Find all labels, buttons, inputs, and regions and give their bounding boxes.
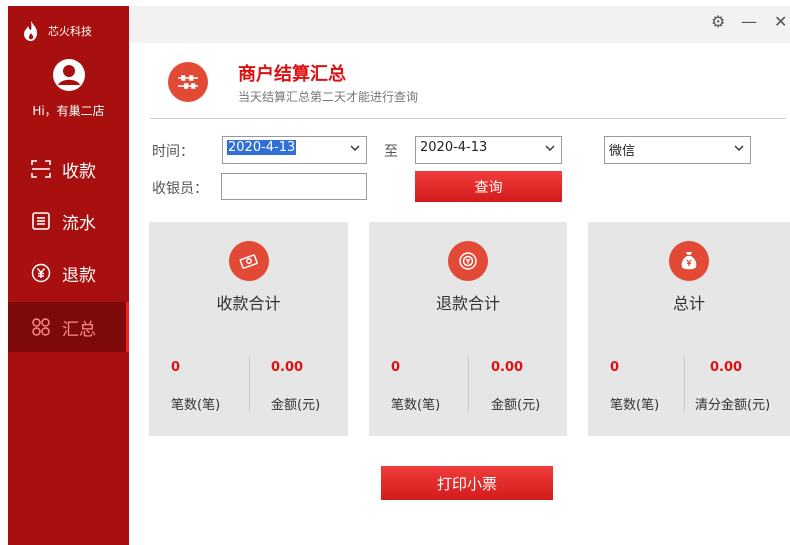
payment-method-value: 微信 <box>609 144 636 159</box>
payment-method-select[interactable]: 微信 <box>604 136 751 164</box>
cashier-input[interactable] <box>221 173 367 200</box>
user-greeting: Hi，有巢二店 <box>32 104 105 118</box>
header-divider <box>150 118 786 119</box>
minimize-icon[interactable]: — <box>741 12 757 31</box>
chevron-down-icon <box>350 145 360 151</box>
title-bar: ⚙ — ✕ <box>129 6 790 43</box>
query-button[interactable]: 查询 <box>415 171 562 202</box>
close-icon[interactable]: ✕ <box>774 12 787 31</box>
brand: 芯火科技 <box>20 20 92 42</box>
end-date-value: 2020-4-13 <box>420 140 488 155</box>
flame-logo-icon <box>24 21 37 41</box>
abacus-icon <box>168 62 208 102</box>
page-subtitle: 当天结算汇总第二天才能进行查询 <box>238 90 419 104</box>
sidebar-item-flow[interactable]: 流水 <box>8 196 129 246</box>
cashier-label: 收银员： <box>152 181 208 197</box>
card-title: 收款合计 <box>216 294 281 313</box>
card-separator <box>248 357 250 411</box>
card-separator <box>684 357 685 411</box>
card-separator <box>468 357 469 411</box>
sidebar-item-summary[interactable]: 汇总 <box>8 302 129 352</box>
card-title: 退款合计 <box>435 294 500 313</box>
settled-amount-label: 清分金额(元) <box>695 398 771 413</box>
collect-amount: 0.00 <box>271 360 304 375</box>
count-label: 笔数(笔) <box>610 398 660 413</box>
time-label: 时间： <box>152 144 194 160</box>
amount-label: 金额(元) <box>491 398 541 413</box>
sidebar-item-label: 收款 <box>62 161 96 182</box>
yuan-circle-icon <box>30 262 52 284</box>
sidebar: 芯火科技 Hi，有巢二店 收款 流水 退款 汇总 <box>8 6 129 545</box>
avatar-icon[interactable] <box>53 59 85 91</box>
chevron-down-icon <box>545 145 555 151</box>
total-count: 0 <box>610 360 620 375</box>
refund-count: 0 <box>391 360 401 375</box>
money-bag-icon <box>669 241 709 281</box>
refund-total-card: 退款合计 0 0.00 笔数(笔) 金额(元) <box>369 222 567 436</box>
settings-gear-icon[interactable]: ⚙ <box>711 12 725 31</box>
sidebar-item-label: 退款 <box>62 265 96 286</box>
list-icon <box>30 210 52 232</box>
money-bills-icon <box>228 241 269 281</box>
sidebar-item-label: 流水 <box>62 213 96 234</box>
print-receipt-button[interactable]: 打印小票 <box>381 466 553 500</box>
chevron-down-icon <box>734 145 744 151</box>
start-date-value: 2020-4-13 <box>227 140 297 155</box>
coin-icon <box>448 241 488 281</box>
grid-icon <box>30 316 52 338</box>
start-date-select[interactable]: 2020-4-13 <box>222 136 367 164</box>
sidebar-item-collect[interactable]: 收款 <box>8 144 129 194</box>
sidebar-item-refund[interactable]: 退款 <box>8 248 129 298</box>
brand-name: 芯火科技 <box>48 25 92 38</box>
collect-count: 0 <box>171 360 181 375</box>
collect-total-card: 收款合计 0 0.00 笔数(笔) 金额(元) <box>149 222 348 436</box>
end-date-select[interactable]: 2020-4-13 <box>415 136 562 164</box>
total-amount: 0.00 <box>710 360 743 375</box>
count-label: 笔数(笔) <box>391 398 441 413</box>
refund-amount: 0.00 <box>491 360 524 375</box>
scan-icon <box>30 158 52 180</box>
page-title: 商户结算汇总 <box>238 64 346 85</box>
sidebar-item-label: 汇总 <box>62 319 96 340</box>
card-title: 总计 <box>672 294 705 313</box>
count-label: 笔数(笔) <box>171 398 221 413</box>
amount-label: 金额(元) <box>271 398 321 413</box>
grand-total-card: 总计 0 0.00 笔数(笔) 清分金额(元) <box>588 222 790 436</box>
to-label: 至 <box>384 144 398 160</box>
